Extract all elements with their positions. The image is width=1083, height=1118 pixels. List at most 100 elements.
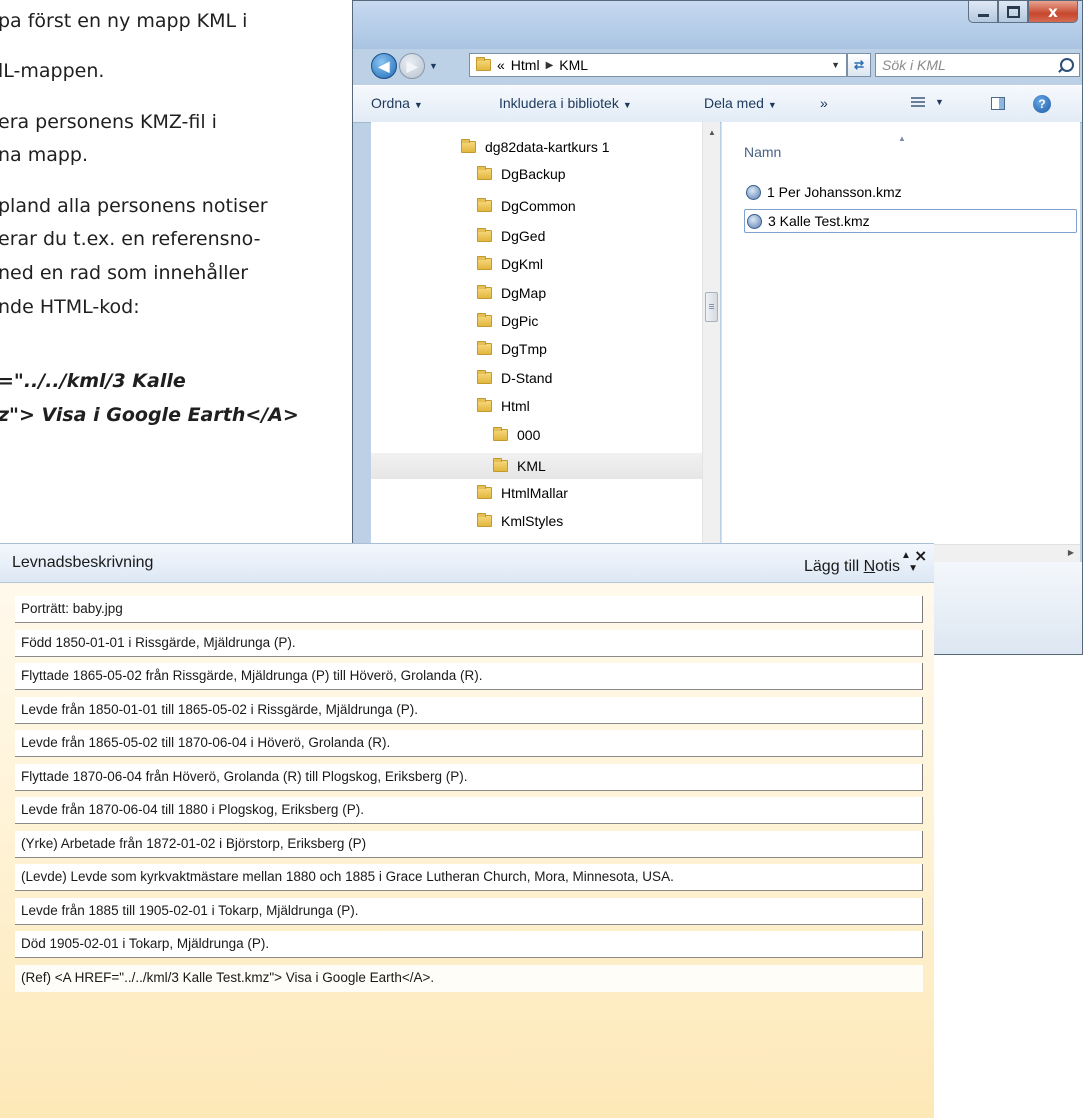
folder-icon <box>477 313 492 327</box>
organize-menu[interactable]: Ordna ▼ <box>371 95 423 111</box>
change-view-icon[interactable] <box>911 97 925 109</box>
tree-item-label: DgTmp <box>501 341 547 357</box>
tree-item-d-stand[interactable]: D-Stand <box>477 365 552 391</box>
folder-icon <box>476 57 491 71</box>
tree-item-dgtmp[interactable]: DgTmp <box>477 336 547 362</box>
scroll-right-icon[interactable]: ▶ <box>1068 548 1074 557</box>
chevron-down-icon: ▼ <box>622 100 632 110</box>
collapse-icon[interactable]: ▲ <box>901 550 911 561</box>
html-code-line: z"> Visa i Google Earth</A> <box>0 404 299 426</box>
tree-item-label: DgMap <box>501 285 547 301</box>
tree-item-label: DgCommon <box>501 198 576 214</box>
help-icon[interactable]: ? <box>1033 95 1051 113</box>
instruction-line: erar du t.ex. en referensno- <box>0 228 261 250</box>
include-in-library-menu[interactable]: Inkludera i bibliotek ▼ <box>499 95 632 111</box>
instruction-line: pland alla personens notiser <box>0 195 268 217</box>
chevron-down-icon: ▼ <box>413 100 423 110</box>
minimize-button[interactable] <box>968 1 998 23</box>
note-row[interactable]: Levde från 1865-05-02 till 1870-06-04 i … <box>15 730 923 757</box>
instruction-line: era personens KMZ-fil i <box>0 111 217 133</box>
file-item-selected[interactable]: 3 Kalle Test.kmz <box>744 209 1077 233</box>
sort-ascending-icon: ▲ <box>898 134 906 143</box>
folder-icon <box>477 370 492 384</box>
note-row[interactable]: Levde från 1870-06-04 till 1880 i Plogsk… <box>15 797 923 824</box>
view-options-dropdown-icon[interactable]: ▼ <box>935 97 944 107</box>
maximize-icon <box>1006 5 1020 18</box>
note-row[interactable]: (Levde) Levde som kyrkvaktmästare mellan… <box>15 864 923 891</box>
note-row[interactable]: (Yrke) Arbetade från 1872-01-02 i Björst… <box>15 831 923 858</box>
note-row[interactable]: (Ref) <A HREF="../../kml/3 Kalle Test.km… <box>15 965 923 992</box>
window-controls: x <box>968 1 1078 23</box>
close-icon: x <box>1048 2 1058 21</box>
more-commands-button[interactable]: » <box>820 95 828 111</box>
note-row[interactable]: Född 1850-01-01 i Rissgärde, Mjäldrunga … <box>15 630 923 657</box>
tree-item-label: dg82data-kartkurs 1 <box>485 139 610 155</box>
tree-item-dgkml[interactable]: DgKml <box>477 251 543 277</box>
scrollbar-thumb[interactable] <box>705 292 718 322</box>
tree-item-dgbackup[interactable]: DgBackup <box>477 161 566 187</box>
share-with-menu[interactable]: Dela med ▼ <box>704 95 777 111</box>
breadcrumb-html[interactable]: Html <box>511 57 540 73</box>
search-box[interactable]: Sök i KML <box>875 53 1080 77</box>
note-row[interactable]: Flyttade 1870-06-04 från Höverö, Groland… <box>15 764 923 791</box>
tree-item-label: DgGed <box>501 228 546 244</box>
tree-item-kmlstyles[interactable]: KmlStyles <box>477 508 563 534</box>
navigation-pane: dg82data-kartkurs 1 DgBackup DgCommon Dg… <box>371 122 720 544</box>
panel-close-button[interactable]: × <box>914 546 927 565</box>
tree-item-kml[interactable]: KML <box>371 453 702 479</box>
tree-item-label: HtmlMallar <box>501 485 568 501</box>
tree-item-label: Html <box>501 398 530 414</box>
tree-item-dg82data-kartkurs[interactable]: dg82data-kartkurs 1 <box>461 134 610 160</box>
tree-item-html[interactable]: Html <box>477 393 530 419</box>
breadcrumb-kml[interactable]: KML <box>559 57 588 73</box>
tree-item-dgpic[interactable]: DgPic <box>477 308 538 334</box>
kmz-file-icon <box>747 213 762 229</box>
folder-icon <box>477 198 492 212</box>
column-header-name[interactable]: Namn <box>744 144 781 160</box>
biography-panel: Levnadsbeskrivning Lägg till Notis ▼ ▲ × … <box>0 543 934 1118</box>
note-row[interactable]: Flyttade 1865-05-02 från Rissgärde, Mjäl… <box>15 663 923 690</box>
tree-item-htmlmallar[interactable]: HtmlMallar <box>477 480 568 506</box>
search-icon[interactable] <box>1060 58 1074 72</box>
panel-header: Levnadsbeskrivning Lägg till Notis ▼ ▲ × <box>0 544 934 583</box>
scroll-up-icon[interactable]: ▲ <box>708 128 716 137</box>
navigation-scrollbar[interactable]: ▲ <box>702 122 720 544</box>
search-placeholder[interactable]: Sök i KML <box>882 57 946 73</box>
file-name: 3 Kalle Test.kmz <box>768 213 870 229</box>
panel-title: Levnadsbeskrivning <box>12 554 154 571</box>
address-dropdown-icon[interactable]: ▼ <box>831 60 840 70</box>
kmz-file-icon <box>746 184 761 200</box>
address-overflow[interactable]: « <box>497 57 505 73</box>
folder-icon <box>461 139 476 153</box>
note-row[interactable]: Porträtt: baby.jpg <box>15 596 923 623</box>
recent-pages-dropdown-icon[interactable]: ▼ <box>429 61 438 71</box>
note-row[interactable]: Levde från 1850-01-01 till 1865-05-02 i … <box>15 697 923 724</box>
refresh-button[interactable]: ⇄ <box>847 53 871 77</box>
file-item[interactable]: 1 Per Johansson.kmz <box>744 180 902 204</box>
tree-item-label: DgKml <box>501 256 544 272</box>
maximize-button[interactable] <box>998 1 1028 23</box>
tree-item-000[interactable]: 000 <box>493 422 540 448</box>
forward-button[interactable]: ▶ <box>399 53 425 79</box>
tree-item-dgmap[interactable]: DgMap <box>477 280 546 306</box>
address-bar[interactable]: « Html ▶ KML ▼ <box>469 53 847 77</box>
tree-item-dgcommon[interactable]: DgCommon <box>477 193 576 219</box>
folder-icon <box>493 427 508 441</box>
note-row[interactable]: Levde från 1885 till 1905-02-01 i Tokarp… <box>15 898 923 925</box>
file-list: ▲ Namn 1 Per Johansson.kmz 3 Kalle Test.… <box>721 122 1080 544</box>
back-button[interactable]: ◀ <box>371 53 397 79</box>
tree-item-dgged[interactable]: DgGed <box>477 223 545 249</box>
close-button[interactable]: x <box>1028 1 1078 23</box>
html-code-line: ="../../kml/3 Kalle <box>0 370 186 392</box>
breadcrumb-separator-icon[interactable]: ▶ <box>546 60 554 71</box>
note-row[interactable]: Död 1905-02-01 i Tokarp, Mjäldrunga (P). <box>15 931 923 958</box>
preview-pane-icon[interactable] <box>991 97 1005 110</box>
instruction-line: pa först en ny mapp KML i <box>0 10 248 32</box>
folder-icon <box>477 228 492 242</box>
minimize-icon <box>977 13 989 17</box>
folder-icon <box>477 256 492 270</box>
folder-icon <box>477 485 492 499</box>
file-name: 1 Per Johansson.kmz <box>767 184 902 200</box>
arrow-right-icon: ▶ <box>406 57 418 74</box>
share-label: Dela med <box>704 95 764 111</box>
